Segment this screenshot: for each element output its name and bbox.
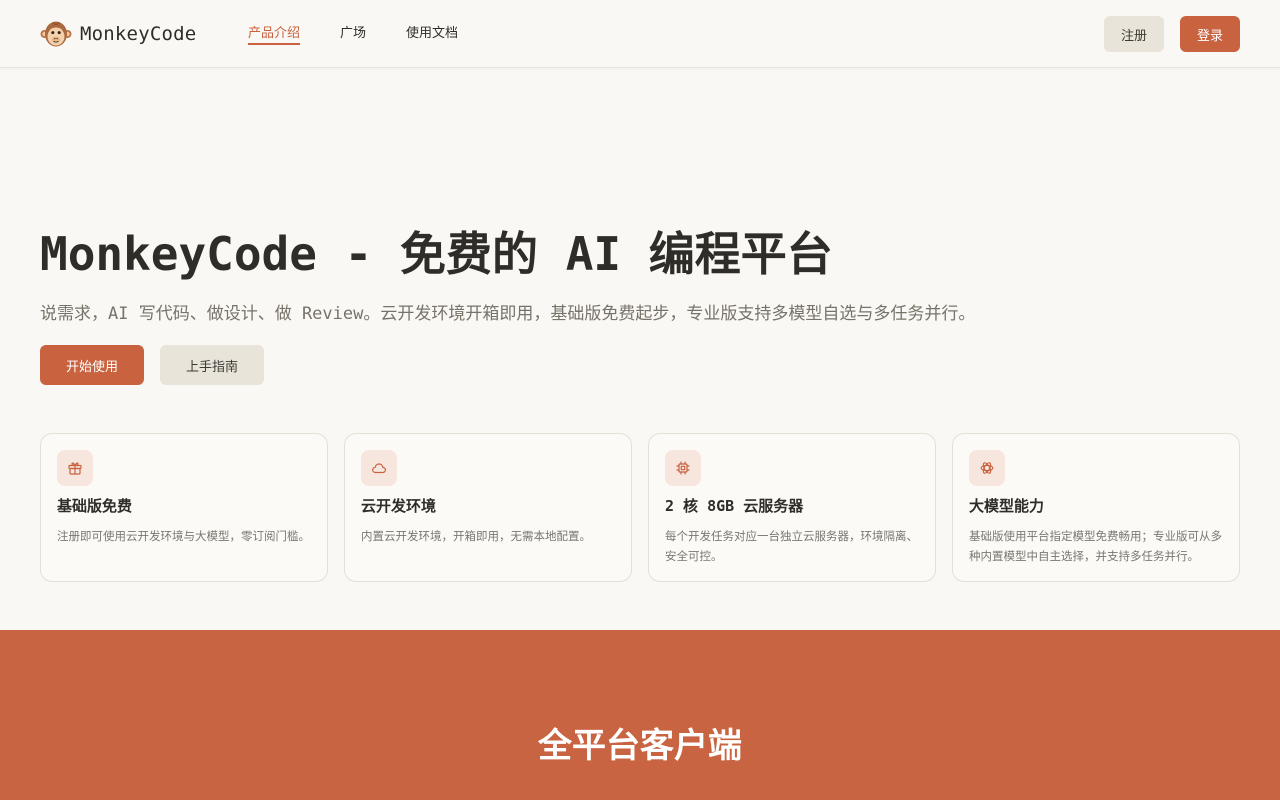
feature-title: 2 核 8GB 云服务器 — [665, 497, 804, 515]
platform-clients-section: 全平台客户端 — [0, 630, 1280, 800]
section-title: 全平台客户端 — [538, 726, 742, 766]
start-button[interactable]: 开始使用 — [40, 345, 144, 385]
brand-logo-link[interactable]: MonkeyCode — [40, 19, 196, 49]
monkey-face-icon — [40, 21, 72, 47]
guide-button[interactable]: 上手指南 — [160, 345, 264, 385]
feature-cards: 基础版免费 注册即可使用云开发环境与大模型，零订阅门槛。 云开发环境 内置云开发… — [40, 433, 1240, 582]
feature-icon-tile — [57, 450, 93, 486]
nav-item-square[interactable]: 广场 — [340, 24, 366, 44]
top-navbar: MonkeyCode 产品介绍 广场 使用文档 注册 登录 — [0, 0, 1280, 68]
feature-icon-tile — [361, 450, 397, 486]
cpu-icon — [676, 461, 690, 475]
main-nav: 产品介绍 广场 使用文档 — [248, 24, 498, 45]
brand-name: MonkeyCode — [80, 23, 197, 45]
feature-description: 注册即可使用云开发环境与大模型，零订阅门槛。 — [57, 529, 310, 543]
gift-icon — [68, 462, 82, 475]
hero-subtitle: 说需求，AI 写代码、做设计、做 Review。云开发环境开箱即用，基础版免费起… — [40, 304, 976, 324]
nav-item-product-intro[interactable]: 产品介绍 — [248, 24, 301, 45]
feature-card-llm: 大模型能力 基础版使用平台指定模型免费畅用；专业版可从多种内置模型中自主选择，并… — [952, 433, 1240, 582]
feature-description: 每个开发任务对应一台独立云服务器，环境隔离、安全可控。 — [665, 529, 918, 563]
feature-description: 基础版使用平台指定模型免费畅用；专业版可从多种内置模型中自主选择，并支持多任务并… — [969, 529, 1222, 563]
login-button[interactable]: 登录 — [1180, 16, 1240, 52]
nav-item-docs[interactable]: 使用文档 — [406, 24, 458, 44]
feature-card-cloud-server: 2 核 8GB 云服务器 每个开发任务对应一台独立云服务器，环境隔离、安全可控。 — [648, 433, 936, 582]
feature-card-free-tier: 基础版免费 注册即可使用云开发环境与大模型，零订阅门槛。 — [40, 433, 328, 582]
ai-model-icon — [980, 462, 994, 474]
feature-title: 大模型能力 — [969, 497, 1045, 515]
feature-icon-tile — [665, 450, 701, 486]
feature-icon-tile — [969, 450, 1005, 486]
feature-title: 基础版免费 — [57, 497, 133, 515]
cloud-icon — [372, 463, 386, 474]
register-button[interactable]: 注册 — [1104, 16, 1164, 52]
feature-description: 内置云开发环境，开箱即用，无需本地配置。 — [361, 529, 591, 543]
feature-title: 云开发环境 — [361, 497, 437, 515]
hero-title: MonkeyCode - 免费的 AI 编程平台 — [40, 227, 833, 281]
feature-card-cloud-env: 云开发环境 内置云开发环境，开箱即用，无需本地配置。 — [344, 433, 632, 582]
